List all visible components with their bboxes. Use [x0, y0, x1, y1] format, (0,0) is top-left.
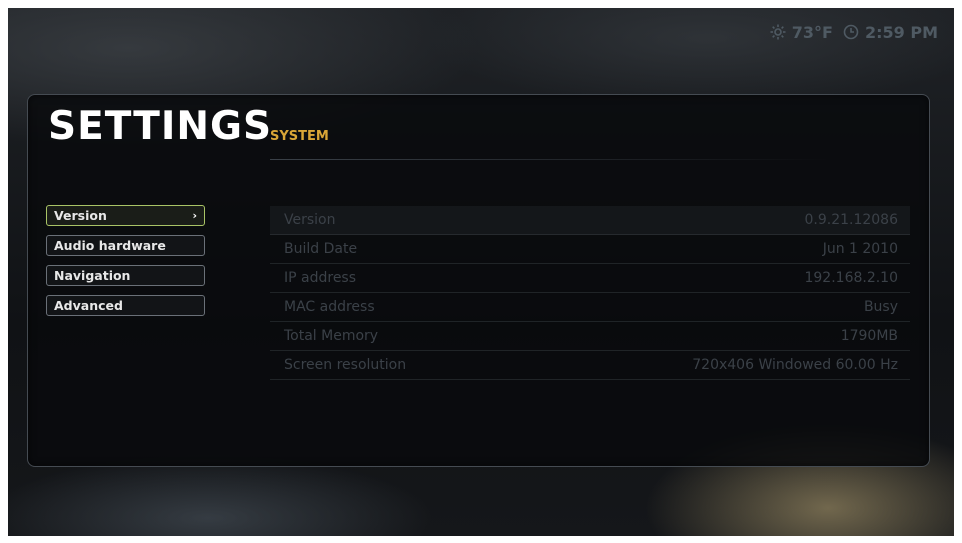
page-subtitle: SYSTEM — [270, 129, 329, 144]
menu-item-label: Navigation — [54, 268, 131, 283]
info-value: 720x406 Windowed 60.00 Hz — [692, 357, 898, 373]
info-row-mac-address: MAC address Busy — [270, 293, 910, 322]
info-label: Build Date — [284, 241, 358, 257]
info-row-screen-resolution: Screen resolution 720x406 Windowed 60.00… — [270, 351, 910, 380]
page-title: SETTINGS — [48, 104, 273, 149]
settings-menu: Version › Audio hardware Navigation Adva… — [46, 205, 205, 325]
title-divider — [270, 159, 830, 160]
info-label: Version — [284, 212, 336, 228]
info-value: 192.168.2.10 — [804, 270, 898, 286]
temperature: 73°F — [791, 22, 833, 42]
info-label: Screen resolution — [284, 357, 407, 373]
screen-background: 73°F 2:59 PM SETTINGS SYSTEM Version › A… — [8, 8, 954, 536]
weather-status: 73°F — [770, 23, 833, 42]
menu-item-navigation[interactable]: Navigation — [46, 265, 205, 286]
clock-status: 2:59 PM — [843, 23, 938, 42]
menu-item-advanced[interactable]: Advanced — [46, 295, 205, 316]
sun-icon — [770, 24, 786, 40]
info-value: 1790MB — [840, 328, 898, 344]
clock-time: 2:59 PM — [864, 22, 938, 42]
info-row-ip-address: IP address 192.168.2.10 — [270, 264, 910, 293]
clock-icon — [843, 24, 859, 40]
info-label: IP address — [284, 270, 357, 286]
info-value: Jun 1 2010 — [822, 241, 898, 257]
menu-item-version[interactable]: Version › — [46, 205, 205, 226]
info-row-version: Version 0.9.21.12086 — [270, 206, 910, 235]
menu-item-audio-hardware[interactable]: Audio hardware — [46, 235, 205, 256]
menu-item-label: Audio hardware — [54, 238, 166, 253]
chevron-right-icon: › — [192, 209, 197, 222]
menu-item-label: Advanced — [54, 298, 123, 313]
status-bar: 73°F 2:59 PM — [770, 20, 938, 44]
system-info-table: Version 0.9.21.12086 Build Date Jun 1 20… — [270, 206, 910, 380]
info-value: 0.9.21.12086 — [804, 212, 898, 228]
info-row-total-memory: Total Memory 1790MB — [270, 322, 910, 351]
info-label: Total Memory — [284, 328, 379, 344]
info-label: MAC address — [284, 299, 375, 315]
info-value: Busy — [863, 299, 898, 315]
info-row-build-date: Build Date Jun 1 2010 — [270, 235, 910, 264]
menu-item-label: Version — [54, 208, 107, 223]
